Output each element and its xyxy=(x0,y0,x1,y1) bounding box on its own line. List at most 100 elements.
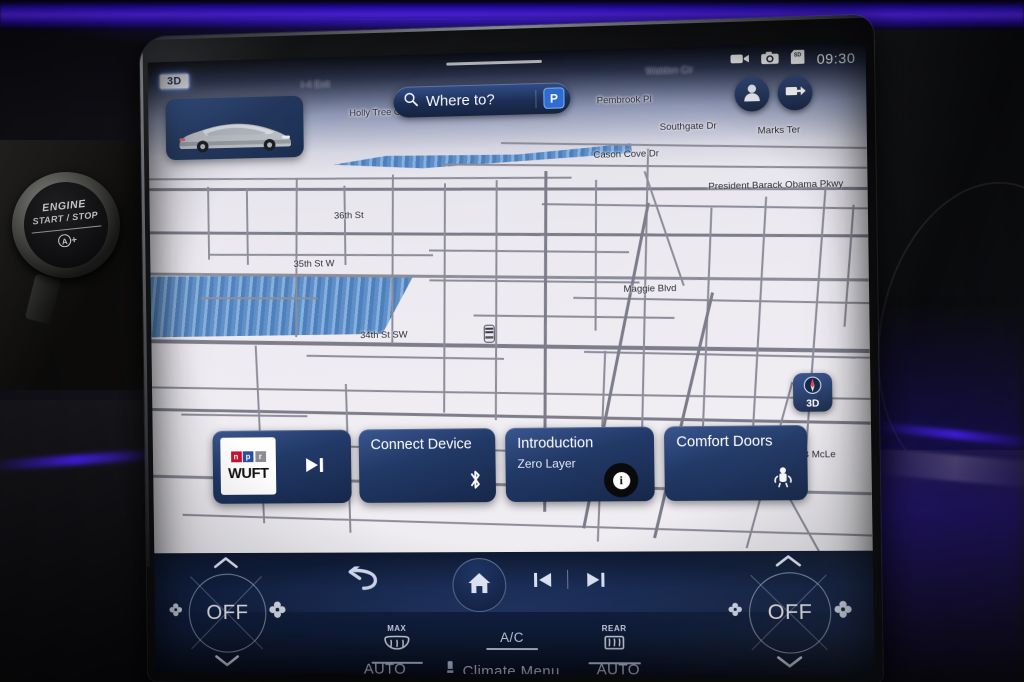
search-input[interactable]: Where to? xyxy=(426,90,529,110)
status-bar: SD 09:30 xyxy=(730,48,856,72)
info-icon[interactable]: i xyxy=(603,462,639,498)
temp-down-icon[interactable] xyxy=(776,656,803,673)
fan-increase-icon[interactable] xyxy=(268,600,287,624)
comfort-door-seat-icon[interactable] xyxy=(772,466,795,494)
tile-connect-device-title: Connect Device xyxy=(370,436,472,454)
destination-search-bar[interactable]: Where to? P xyxy=(393,82,571,118)
compass-icon xyxy=(803,376,822,400)
fan-decrease-icon[interactable] xyxy=(168,602,183,622)
eco-start-stop-icon: A xyxy=(57,233,79,251)
front-defrost-icon xyxy=(383,634,411,659)
driver-temp-value-ring[interactable]: OFF xyxy=(188,573,267,653)
map-road xyxy=(443,183,446,413)
tile-comfort-doors[interactable]: Comfort Doors xyxy=(663,424,809,502)
map-road xyxy=(151,339,870,353)
temp-up-icon[interactable] xyxy=(213,556,238,573)
rear-defrost-label: REAR xyxy=(601,624,627,634)
clock: 09:30 xyxy=(816,49,856,68)
ac-label: A/C xyxy=(500,630,524,646)
map-label: Maggie Blvd xyxy=(623,282,677,295)
front-defrost-button[interactable]: MAX xyxy=(371,624,423,664)
back-arrow-icon xyxy=(345,566,379,597)
map-3d-perspective-button[interactable]: 3D xyxy=(792,372,833,412)
camera-icon[interactable] xyxy=(761,50,780,70)
climate-menu-button[interactable]: Climate Menu xyxy=(445,661,560,675)
npr-letter-r: r xyxy=(254,450,266,462)
npr-letter-p: p xyxy=(242,450,254,462)
tile-introduction-title: Introduction xyxy=(517,435,594,452)
back-button[interactable] xyxy=(345,566,379,597)
driver-temp-value: OFF xyxy=(206,601,249,624)
map-road xyxy=(429,279,640,284)
map-label: Walden Cir xyxy=(645,64,694,77)
engine-button-divider xyxy=(31,225,102,234)
search-divider xyxy=(535,89,537,108)
video-camera-icon[interactable] xyxy=(730,52,750,71)
previous-track-icon xyxy=(533,571,553,593)
ac-button[interactable]: A/C xyxy=(486,630,539,650)
map-road xyxy=(149,231,869,238)
vehicle-preview-card[interactable] xyxy=(165,95,304,161)
auto-left-button[interactable]: AUTO xyxy=(364,661,407,675)
map-road xyxy=(594,179,598,331)
search-icon xyxy=(403,91,419,112)
map-road xyxy=(152,386,871,401)
map-road xyxy=(245,187,249,265)
passenger-temp-value-ring[interactable]: OFF xyxy=(748,572,832,654)
tile-media[interactable]: n p r WUFT xyxy=(212,429,352,504)
map-road xyxy=(306,354,504,360)
infotainment-screen[interactable]: I-4 Exit Walden Cir Holly Tree Ct Pembro… xyxy=(147,41,875,676)
map-road xyxy=(200,297,318,300)
map-road xyxy=(429,249,630,254)
map-road xyxy=(149,176,572,181)
sd-card-icon[interactable]: SD xyxy=(791,49,806,70)
parking-icon[interactable]: P xyxy=(543,87,565,109)
station-callsign: WUFT xyxy=(227,464,269,482)
vehicle-illustration xyxy=(179,122,292,153)
auto-left-label: AUTO xyxy=(363,660,407,676)
map-label: President Barack Obama Pkwy xyxy=(708,178,844,193)
next-track-button[interactable] xyxy=(585,572,605,593)
map-label: Marks Ter xyxy=(757,124,801,137)
tile-comfort-doors-title: Comfort Doors xyxy=(676,433,773,451)
tile-introduction[interactable]: Introduction Zero Layer i xyxy=(505,426,655,503)
map-label: Southgate Dr xyxy=(659,120,717,134)
map-label: 35th St W xyxy=(293,258,335,270)
map-road xyxy=(541,203,868,210)
rear-defrost-icon xyxy=(602,634,627,659)
map-road xyxy=(182,513,873,537)
rear-defrost-button[interactable]: REAR xyxy=(588,624,641,664)
avatar xyxy=(741,80,764,108)
map-water-body xyxy=(151,272,415,338)
map-road xyxy=(208,253,434,257)
skip-next-icon[interactable] xyxy=(304,457,326,479)
home-button[interactable] xyxy=(452,558,507,613)
map-view-3d-badge[interactable]: 3D xyxy=(159,73,190,90)
passenger-temp-value: OFF xyxy=(767,600,813,625)
route-arrow-icon xyxy=(784,81,807,105)
map-road xyxy=(494,180,498,421)
fan-decrease-icon[interactable] xyxy=(727,602,743,622)
npr-letter-n: n xyxy=(230,450,242,462)
temp-up-icon[interactable] xyxy=(775,554,802,571)
svg-text:SD: SD xyxy=(794,52,802,58)
tile-connect-device[interactable]: Connect Device xyxy=(358,428,497,503)
map-road xyxy=(843,204,855,327)
driver-temperature-dial[interactable]: OFF xyxy=(169,556,286,668)
fan-increase-icon[interactable] xyxy=(833,600,853,624)
engine-button-face: ENGINE START / STOP A xyxy=(19,177,113,273)
auto-right-button[interactable]: AUTO xyxy=(596,661,640,675)
map-label: 34th St SW xyxy=(360,329,408,342)
bluetooth-icon[interactable] xyxy=(468,469,483,495)
map-road xyxy=(207,186,211,260)
previous-track-button[interactable] xyxy=(533,571,553,593)
next-track-icon xyxy=(585,572,605,593)
tile-introduction-subtitle: Zero Layer xyxy=(517,456,576,471)
npr-logo: n p r xyxy=(230,450,266,462)
vehicle-position-marker xyxy=(483,324,496,344)
passenger-temperature-dial[interactable]: OFF xyxy=(728,554,852,669)
temp-down-icon[interactable] xyxy=(214,655,239,672)
home-icon xyxy=(466,571,492,600)
map-3d-button-label: 3D xyxy=(806,398,820,410)
map-road xyxy=(343,185,347,265)
